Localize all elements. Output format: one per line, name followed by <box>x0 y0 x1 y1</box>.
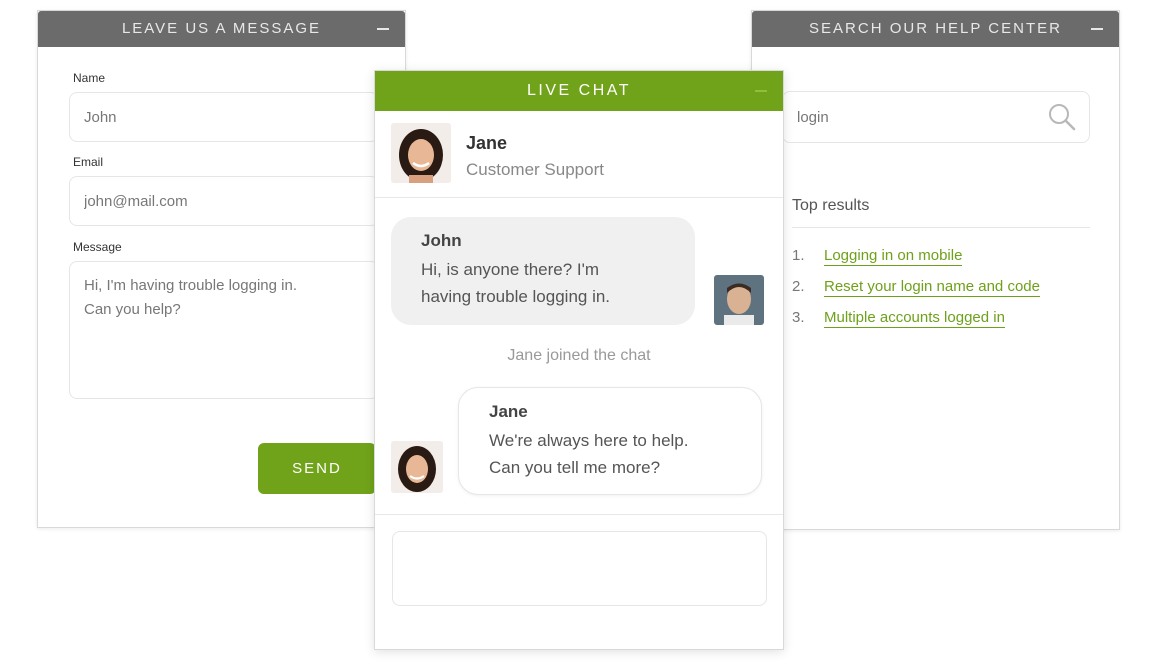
help-center-widget: SEARCH OUR HELP CENTER Top results 1. Lo… <box>751 10 1120 530</box>
send-button[interactable]: SEND <box>258 443 376 494</box>
agent-role: Customer Support <box>466 160 604 179</box>
name-label: Name <box>73 71 106 85</box>
search-icon[interactable] <box>1047 102 1077 132</box>
results-divider <box>792 227 1090 228</box>
minimize-icon <box>377 28 389 30</box>
live-chat-minimize-button[interactable] <box>753 71 769 111</box>
agent-info: Jane Customer Support <box>375 111 783 198</box>
message-sender: Jane <box>489 402 528 421</box>
message-text: We're always here to help. Can you tell … <box>489 431 689 477</box>
chat-message-user: John Hi, is anyone there? I'm having tro… <box>391 217 695 325</box>
agent-name: Jane <box>466 133 508 153</box>
live-chat-widget: LIVE CHAT Jane Customer Support John Hi,… <box>374 70 784 650</box>
search-input[interactable] <box>797 92 1037 142</box>
leave-message-widget: LEAVE US A MESSAGE Name Email Message Hi… <box>37 10 406 528</box>
live-chat-header: LIVE CHAT <box>375 71 783 111</box>
leave-message-minimize-button[interactable] <box>375 11 391 47</box>
system-message: Jane joined the chat <box>507 347 651 364</box>
message-label: Message <box>73 240 122 254</box>
chat-input[interactable] <box>392 531 767 606</box>
name-field[interactable] <box>69 92 379 142</box>
leave-message-title: LEAVE US A MESSAGE <box>121 20 322 37</box>
leave-message-header: LEAVE US A MESSAGE <box>38 11 405 47</box>
minimize-icon <box>755 90 767 92</box>
result-link[interactable]: Multiple accounts logged in <box>824 309 1005 328</box>
results-list: 1. Logging in on mobile 2. Reset your lo… <box>792 247 1040 340</box>
message-text: Hi, is anyone there? I'm having trouble … <box>421 260 611 306</box>
result-number: 1. <box>792 247 805 264</box>
live-chat-title: LIVE CHAT <box>527 82 631 99</box>
minimize-icon <box>1091 28 1103 30</box>
help-center-header: SEARCH OUR HELP CENTER <box>752 11 1119 47</box>
help-center-minimize-button[interactable] <box>1089 11 1105 47</box>
search-box <box>782 91 1090 143</box>
result-item: 3. Multiple accounts logged in <box>792 309 1040 340</box>
user-avatar <box>714 275 764 325</box>
result-link[interactable]: Reset your login name and code <box>824 278 1040 297</box>
agent-avatar <box>391 123 451 183</box>
help-center-title: SEARCH OUR HELP CENTER <box>809 20 1062 37</box>
result-number: 2. <box>792 278 805 295</box>
result-item: 1. Logging in on mobile <box>792 247 1040 278</box>
result-number: 3. <box>792 309 805 326</box>
chat-divider <box>375 514 783 515</box>
chat-message-agent: Jane We're always here to help. Can you … <box>458 387 762 495</box>
email-field[interactable] <box>69 176 379 226</box>
agent-avatar-small <box>391 441 443 493</box>
email-label: Email <box>73 155 104 169</box>
result-item: 2. Reset your login name and code <box>792 278 1040 309</box>
message-sender: John <box>421 231 462 250</box>
message-field[interactable]: Hi, I'm having trouble logging in. Can y… <box>69 261 379 399</box>
result-link[interactable]: Logging in on mobile <box>824 247 963 266</box>
top-results-heading: Top results <box>792 197 870 214</box>
